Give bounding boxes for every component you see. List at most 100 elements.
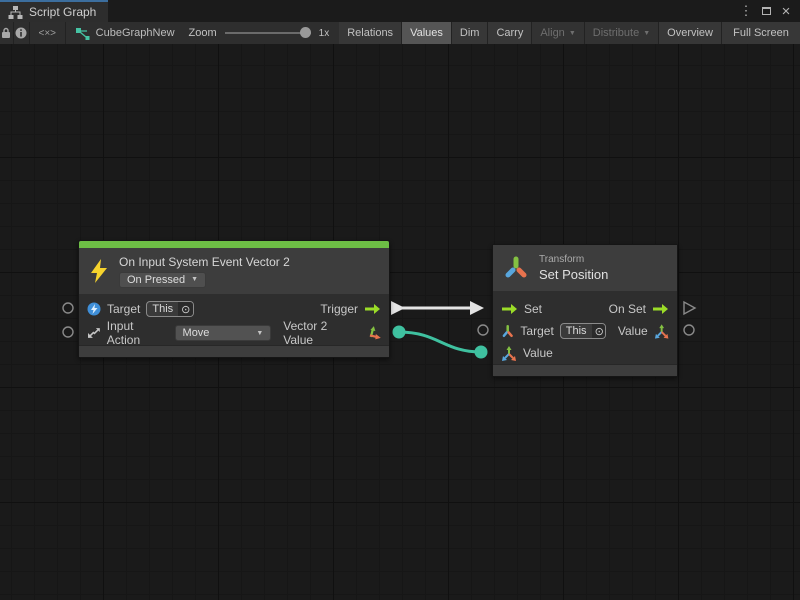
zoom-slider-handle[interactable] <box>300 27 311 38</box>
distribute-dropdown-button[interactable]: Distribute ▼ <box>585 22 659 44</box>
tab-bar: Script Graph ⋮ × <box>0 0 800 22</box>
carry-button[interactable]: Carry <box>488 22 532 44</box>
script-graph-icon <box>8 6 23 19</box>
vector3-icon <box>501 346 517 361</box>
tab-script-graph[interactable]: Script Graph <box>0 0 108 22</box>
value-wire[interactable] <box>399 332 481 352</box>
flow-arrow-icon <box>364 303 381 315</box>
zoom-group: Zoom 1x <box>185 22 340 44</box>
vector2-output-port[interactable] <box>393 326 406 339</box>
dim-button[interactable]: Dim <box>452 22 489 44</box>
value-input-label: Value <box>523 346 553 360</box>
graph-breadcrumb[interactable]: CubeGraphNew <box>66 22 185 44</box>
chevron-down-icon: ▼ <box>256 330 263 337</box>
input-action-icon <box>87 326 101 340</box>
target-input-label: Target <box>520 324 553 338</box>
setposition-target-object-field[interactable]: This ⊙ <box>560 323 606 339</box>
transform-icon <box>503 255 529 281</box>
setposition-target-port[interactable] <box>478 325 488 335</box>
maximize-icon[interactable] <box>758 3 774 19</box>
align-label: Align <box>540 27 564 39</box>
event-target-row: Target This ⊙ Trigger <box>79 297 389 321</box>
target-row: Target This ⊙ Value <box>493 320 677 342</box>
event-trigger-dropdown-value: On Pressed <box>127 274 185 286</box>
code-preview-icon: <×> <box>39 28 57 39</box>
setposition-target-value: This <box>561 325 592 337</box>
graph-canvas[interactable]: On Input System Event Vector 2 On Presse… <box>0 44 800 600</box>
distribute-label: Distribute <box>593 27 639 39</box>
input-action-label: Input Action <box>107 319 169 347</box>
fullscreen-label: Full Screen <box>733 27 789 39</box>
info-button[interactable] <box>14 22 30 44</box>
object-picker-icon[interactable]: ⊙ <box>178 302 193 316</box>
graph-toolbar: <×> CubeGraphNew Zoom 1x Relations Value… <box>0 22 800 44</box>
node-on-input-system-event-vector2[interactable]: On Input System Event Vector 2 On Presse… <box>78 240 390 358</box>
vector2-icon <box>365 325 381 341</box>
event-target-port[interactable] <box>63 303 73 313</box>
maximize-glyph <box>762 7 771 15</box>
event-accent-bar <box>79 241 389 248</box>
zoom-level: 1x <box>319 28 330 39</box>
align-dropdown-button[interactable]: Align ▼ <box>532 22 584 44</box>
relations-button[interactable]: Relations <box>339 22 402 44</box>
value-output-port[interactable] <box>684 325 694 335</box>
transform-axes-icon <box>501 324 514 338</box>
window-menu-icon[interactable]: ⋮ <box>738 3 754 19</box>
script-graph-window: Script Graph ⋮ × <×> <box>0 0 800 600</box>
trigger-output-port[interactable] <box>391 301 405 315</box>
chevron-down-icon: ▼ <box>569 30 576 37</box>
event-node-header[interactable]: On Input System Event Vector 2 On Presse… <box>79 248 389 294</box>
code-preview-button[interactable]: <×> <box>30 22 66 44</box>
setposition-node-footer <box>493 364 677 376</box>
input-action-value: Move <box>183 327 210 339</box>
setposition-node-body: Set On Set Target T <box>493 291 677 364</box>
event-target-value: This <box>147 303 178 315</box>
flow-arrow-icon <box>652 303 669 315</box>
dim-label: Dim <box>460 27 480 39</box>
input-action-dropdown[interactable]: Move ▼ <box>175 325 272 341</box>
zoom-slider[interactable] <box>225 28 311 38</box>
event-target-label: Target <box>107 302 140 316</box>
setposition-node-header[interactable]: Transform Set Position <box>493 245 677 291</box>
on-set-output-label: On Set <box>609 302 646 316</box>
value-row: Value <box>493 342 677 364</box>
tab-title: Script Graph <box>29 5 96 19</box>
setposition-title: Set Position <box>539 267 608 282</box>
event-node-body: Target This ⊙ Trigger <box>79 294 389 345</box>
relations-label: Relations <box>347 27 393 39</box>
info-icon <box>15 27 27 39</box>
vector2-output-label: Vector 2 Value <box>283 319 359 347</box>
setposition-category: Transform <box>539 254 608 265</box>
overview-label: Overview <box>667 27 713 39</box>
event-input-action-port[interactable] <box>63 327 73 337</box>
vector3-icon <box>654 324 669 339</box>
graph-name: CubeGraphNew <box>96 27 175 39</box>
carry-label: Carry <box>496 27 523 39</box>
set-input-port[interactable] <box>470 301 484 315</box>
tab-bar-empty <box>108 0 738 22</box>
zoom-label: Zoom <box>189 27 217 39</box>
values-button[interactable]: Values <box>402 22 452 44</box>
lock-button[interactable] <box>0 22 14 44</box>
object-picker-icon[interactable]: ⊙ <box>592 324 606 338</box>
values-label: Values <box>410 27 443 39</box>
chevron-down-icon: ▼ <box>191 276 198 283</box>
chevron-down-icon: ▼ <box>643 30 650 37</box>
event-input-action-row: Input Action Move ▼ Vector 2 Value <box>79 321 389 345</box>
value-input-port[interactable] <box>475 346 488 359</box>
event-trigger-dropdown[interactable]: On Pressed ▼ <box>119 272 206 288</box>
on-set-output-port[interactable] <box>684 302 695 314</box>
lock-icon <box>1 27 11 39</box>
player-input-icon <box>87 302 101 316</box>
set-row: Set On Set <box>493 298 677 320</box>
close-icon[interactable]: × <box>778 3 794 19</box>
fullscreen-button[interactable]: Full Screen <box>722 22 800 44</box>
node-set-position[interactable]: Transform Set Position Set On Set <box>492 244 678 377</box>
value-output-label: Value <box>618 324 648 338</box>
event-node-title: On Input System Event Vector 2 <box>119 255 290 269</box>
lightning-bolt-icon <box>87 258 111 284</box>
set-input-label: Set <box>524 302 542 316</box>
trigger-output-label: Trigger <box>320 302 358 316</box>
event-target-object-field[interactable]: This ⊙ <box>146 301 194 317</box>
overview-button[interactable]: Overview <box>659 22 722 44</box>
